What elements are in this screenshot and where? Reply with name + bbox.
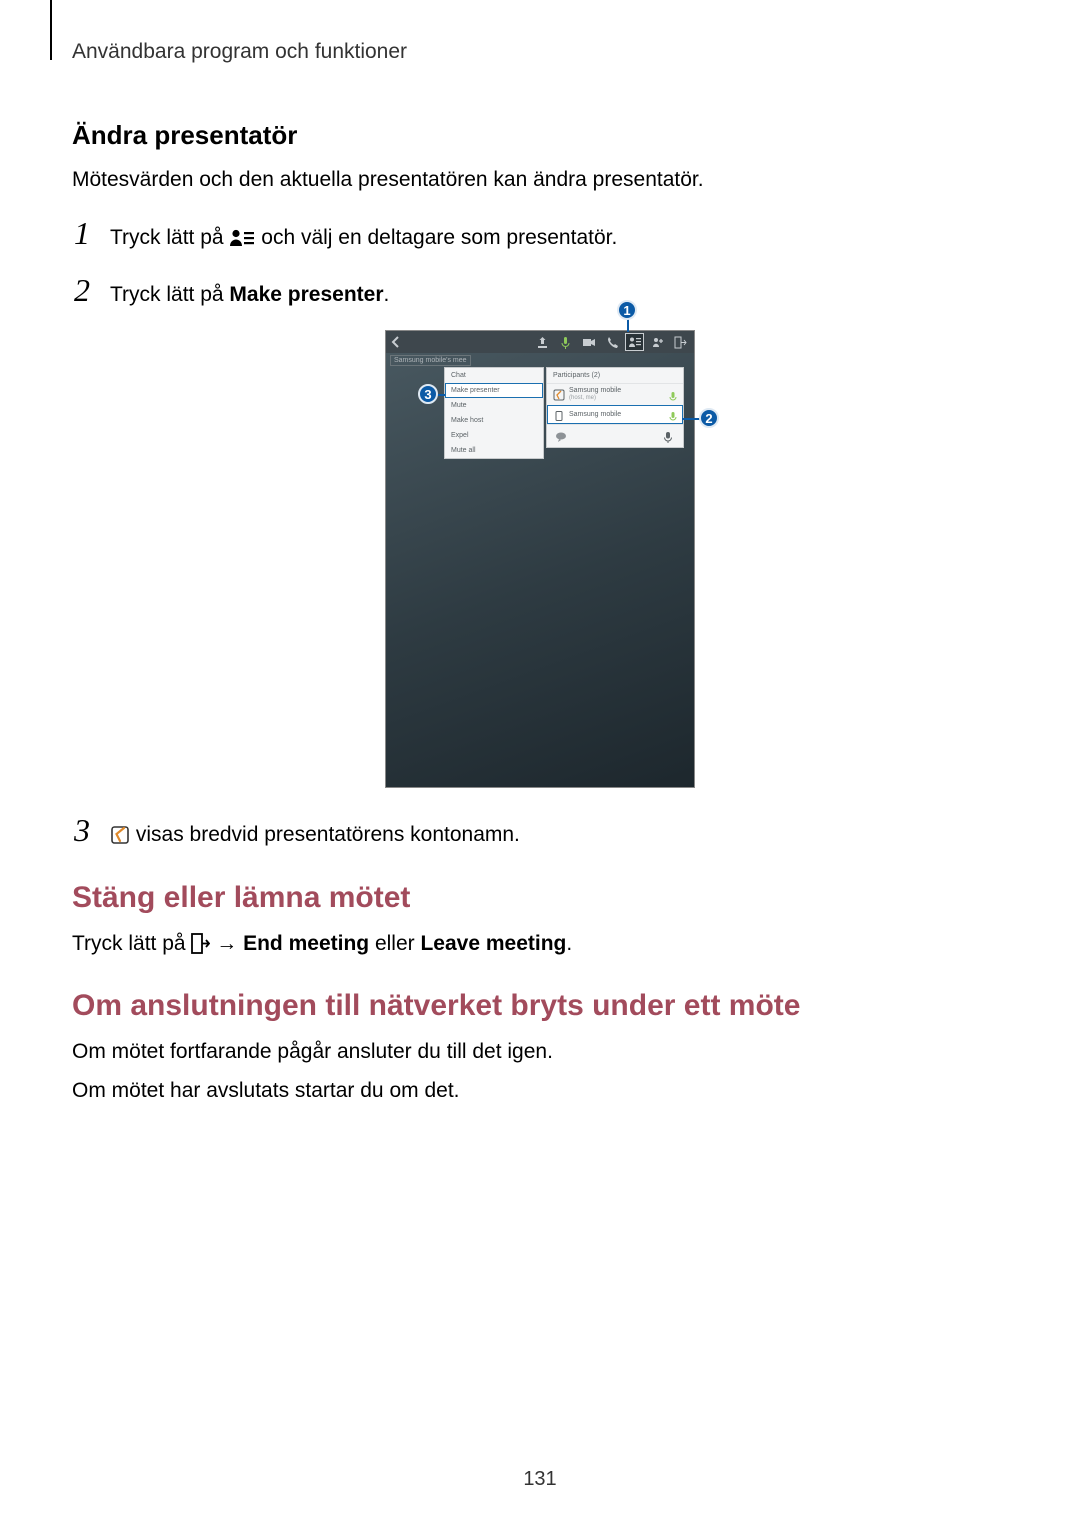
paragraph-disconnect-2: Om mötet har avslutats startar du om det… xyxy=(72,1076,1008,1106)
menu-item-mute[interactable]: Mute xyxy=(445,398,543,413)
text: Tryck lätt på xyxy=(110,226,229,249)
screenshot-figure: Samsung mobile's mee Chat Make presenter… xyxy=(385,330,695,788)
step-number: 3 xyxy=(72,814,92,846)
participant-row[interactable]: Samsung mobile xyxy=(547,405,683,424)
text: eller xyxy=(369,932,420,955)
text: → xyxy=(210,932,243,955)
text: Tryck lätt på xyxy=(110,283,229,306)
callout-2: 2 xyxy=(699,408,719,428)
heading-close-meeting: Stäng eller lämna mötet xyxy=(72,881,1008,915)
device-icon xyxy=(553,409,565,421)
participants-panel: Participants (2) Samsung mobile (host, m… xyxy=(546,367,684,447)
back-icon[interactable] xyxy=(386,331,406,353)
menu-title[interactable]: Chat xyxy=(445,368,543,383)
step-3: 3 visas bredvid presentatörens kontonamn… xyxy=(72,814,1008,850)
page: Användbara program och funktioner Ändra … xyxy=(0,0,1080,1527)
text: Samsung mobile xyxy=(569,387,665,395)
text-bold: End meeting xyxy=(243,932,369,955)
heading-change-presenter: Ändra presentatör xyxy=(72,120,1008,151)
step-number: 2 xyxy=(72,274,92,306)
mic-icon[interactable] xyxy=(556,333,575,351)
step-body: Tryck lätt på Make presenter. xyxy=(110,274,389,310)
mic-status-icon xyxy=(669,409,677,420)
text: Samsung mobile xyxy=(569,411,665,419)
panel-title: Participants (2) xyxy=(547,368,683,383)
app-topbar xyxy=(386,331,694,353)
panel-footer xyxy=(547,424,683,447)
mic-status-icon xyxy=(669,389,677,400)
step-2: 2 Tryck lätt på Make presenter. xyxy=(72,274,1008,310)
chat-icon[interactable] xyxy=(555,430,567,442)
intro-change-presenter: Mötesvärden och den aktuella presentatör… xyxy=(72,165,1008,195)
step-1: 1 Tryck lätt på och välj en deltagare so… xyxy=(72,217,1008,253)
context-menu: Chat Make presenter Mute Make host Expel… xyxy=(444,367,544,459)
exit-icon[interactable] xyxy=(671,333,690,351)
phone-icon[interactable] xyxy=(602,333,621,351)
participants-icon[interactable] xyxy=(625,333,644,351)
meeting-title-crumb: Samsung mobile's mee xyxy=(390,355,471,366)
running-head: Användbara program och funktioner xyxy=(72,40,1008,64)
text: Tryck lätt på xyxy=(72,932,191,955)
participant-name: Samsung mobile xyxy=(569,411,665,419)
menu-item-expel[interactable]: Expel xyxy=(445,428,543,443)
add-user-icon[interactable] xyxy=(648,333,667,351)
text: (host, me) xyxy=(569,395,665,402)
presenter-badge-icon xyxy=(110,825,130,845)
presenter-badge-icon xyxy=(553,388,565,400)
paragraph-close-meeting: Tryck lätt på → End meeting eller Leave … xyxy=(72,929,1008,959)
text: . xyxy=(566,932,572,955)
share-icon[interactable] xyxy=(533,333,552,351)
page-number: 131 xyxy=(0,1468,1080,1491)
participant-row[interactable]: Samsung mobile (host, me) xyxy=(547,383,683,404)
callout-1: 1 xyxy=(617,300,637,320)
text-bold: Make presenter xyxy=(229,283,383,306)
participant-name: Samsung mobile (host, me) xyxy=(569,387,665,401)
text: och välj en deltagare som presentatör. xyxy=(261,226,617,249)
left-rule xyxy=(50,0,52,60)
participants-list-icon xyxy=(229,228,255,248)
menu-item-make-presenter[interactable]: Make presenter xyxy=(445,383,543,398)
heading-disconnect: Om anslutningen till nätverket bryts und… xyxy=(72,989,1008,1023)
menu-item-mute-all[interactable]: Mute all xyxy=(445,443,543,458)
text: visas bredvid presentatörens kontonamn. xyxy=(136,823,520,846)
exit-door-icon xyxy=(191,933,210,954)
mic-toggle-icon[interactable] xyxy=(663,430,675,442)
text: . xyxy=(384,283,390,306)
step-body: Tryck lätt på och välj en deltagare som … xyxy=(110,217,617,253)
step-body: visas bredvid presentatörens kontonamn. xyxy=(110,814,520,850)
topbar-icons xyxy=(533,333,694,351)
step-number: 1 xyxy=(72,217,92,249)
video-icon[interactable] xyxy=(579,333,598,351)
text-bold: Leave meeting xyxy=(420,932,566,955)
paragraph-disconnect-1: Om mötet fortfarande pågår ansluter du t… xyxy=(72,1037,1008,1067)
menu-item-make-host[interactable]: Make host xyxy=(445,413,543,428)
